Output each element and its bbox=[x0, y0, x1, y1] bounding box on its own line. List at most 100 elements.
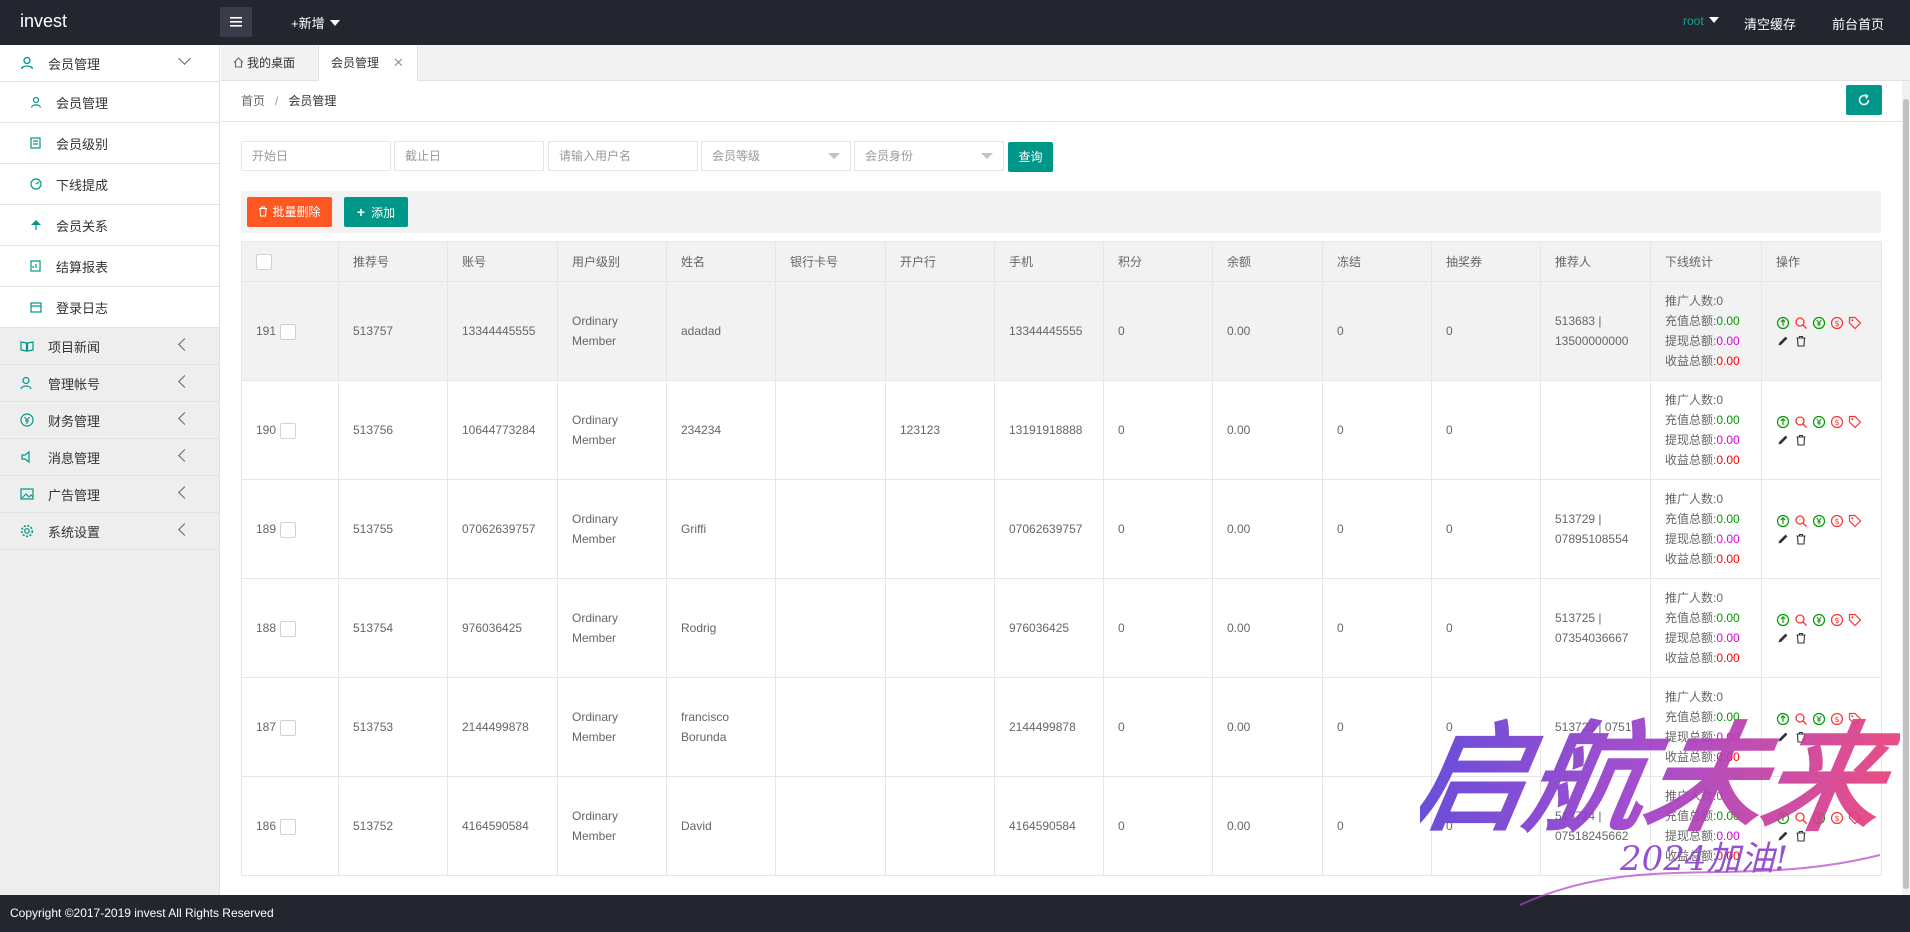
row-select-cell: 191 bbox=[241, 281, 339, 381]
delete-icon[interactable] bbox=[1794, 532, 1808, 546]
sidebar-item-downline-commission[interactable]: 下线提成 bbox=[0, 164, 219, 205]
end-date-input[interactable]: 截止日 bbox=[394, 141, 544, 171]
up-icon[interactable] bbox=[1776, 316, 1790, 330]
tab-member-management[interactable]: 会员管理 ✕ bbox=[318, 45, 418, 82]
search-icon[interactable] bbox=[1794, 514, 1808, 528]
new-menu-button[interactable]: +新增 bbox=[291, 13, 340, 32]
sidebar-group-system-settings[interactable]: 系统设置 bbox=[0, 513, 219, 550]
yen-icon[interactable] bbox=[1812, 415, 1826, 429]
menu-toggle-button[interactable] bbox=[220, 7, 252, 37]
sidebar-group-project-news[interactable]: 项目新闻 bbox=[0, 328, 219, 365]
up-icon[interactable] bbox=[1776, 514, 1790, 528]
user-menu[interactable]: root bbox=[1683, 14, 1719, 28]
row-checkbox[interactable] bbox=[280, 521, 297, 538]
tag-icon[interactable] bbox=[1848, 811, 1862, 825]
cell-referral-no: 513753 bbox=[338, 677, 448, 777]
yen-icon[interactable] bbox=[1812, 811, 1826, 825]
search-button[interactable]: 查询 bbox=[1008, 142, 1053, 172]
dollar-icon[interactable]: $ bbox=[1830, 514, 1844, 528]
tag-icon[interactable] bbox=[1848, 514, 1862, 528]
up-icon[interactable] bbox=[1776, 811, 1790, 825]
refresh-button[interactable] bbox=[1846, 85, 1882, 115]
stat-recharge: 充值总额:0.00 bbox=[1665, 608, 1747, 628]
search-icon[interactable] bbox=[1794, 613, 1808, 627]
up-icon[interactable] bbox=[1776, 613, 1790, 627]
dollar-icon[interactable]: $ bbox=[1830, 712, 1844, 726]
top-header: invest +新增 root 清空缓存 前台首页 bbox=[0, 0, 1910, 45]
start-date-input[interactable]: 开始日 bbox=[241, 141, 391, 171]
cell-points: 0 bbox=[1103, 479, 1213, 579]
copyright-text: Copyright ©2017-2019 invest All Rights R… bbox=[10, 906, 274, 920]
select-all-checkbox[interactable] bbox=[256, 253, 272, 270]
clear-cache-link[interactable]: 清空缓存 bbox=[1744, 14, 1796, 33]
yen-icon[interactable] bbox=[1812, 613, 1826, 627]
edit-icon[interactable] bbox=[1776, 334, 1790, 348]
stat-value: 0.00 bbox=[1716, 532, 1740, 546]
tag-icon[interactable] bbox=[1848, 613, 1862, 627]
sidebar-item-member-management[interactable]: 会员管理 bbox=[0, 82, 219, 123]
edit-icon[interactable] bbox=[1776, 532, 1790, 546]
dollar-icon[interactable]: $ bbox=[1830, 811, 1844, 825]
table-row: 191 513757 13344445555 Ordinary Member adada… bbox=[241, 281, 1882, 381]
row-checkbox[interactable] bbox=[280, 719, 297, 736]
sidebar-group-admin-accounts[interactable]: 管理帐号 bbox=[0, 365, 219, 402]
scrollbar-thumb[interactable] bbox=[1903, 99, 1909, 889]
username-input[interactable]: 请输入用户名 bbox=[548, 141, 698, 171]
yen-icon[interactable] bbox=[1812, 514, 1826, 528]
yen-icon[interactable] bbox=[1812, 316, 1826, 330]
delete-icon[interactable] bbox=[1794, 829, 1808, 843]
sidebar-item-login-log[interactable]: 登录日志 bbox=[0, 287, 219, 328]
app-logo[interactable]: invest bbox=[20, 11, 67, 32]
cell-referrer: 513683 | 13500000000 bbox=[1540, 281, 1651, 381]
chevron-left-icon bbox=[178, 338, 191, 351]
batch-delete-button[interactable]: 批量删除 bbox=[247, 197, 332, 227]
up-icon[interactable] bbox=[1776, 415, 1790, 429]
search-icon[interactable] bbox=[1794, 316, 1808, 330]
up-icon[interactable] bbox=[1776, 712, 1790, 726]
tab-my-desktop[interactable]: 我的桌面 bbox=[221, 45, 318, 81]
sidebar-item-member-relations[interactable]: 会员关系 bbox=[0, 205, 219, 246]
edit-icon[interactable] bbox=[1776, 631, 1790, 645]
row-checkbox[interactable] bbox=[280, 818, 297, 835]
breadcrumb-home[interactable]: 首页 bbox=[241, 94, 265, 108]
sidebar-group-member[interactable]: 会员管理 bbox=[0, 45, 219, 82]
cell-points: 0 bbox=[1103, 578, 1213, 678]
svg-text:$: $ bbox=[1834, 517, 1839, 526]
front-home-link[interactable]: 前台首页 bbox=[1832, 14, 1884, 33]
sidebar-group-messages[interactable]: 消息管理 bbox=[0, 439, 219, 476]
search-icon[interactable] bbox=[1794, 415, 1808, 429]
delete-icon[interactable] bbox=[1794, 433, 1808, 447]
sidebar-group-label: 消息管理 bbox=[48, 450, 101, 466]
identity-select[interactable]: 会员身份 bbox=[854, 141, 1004, 171]
tag-icon[interactable] bbox=[1848, 316, 1862, 330]
yen-icon[interactable] bbox=[1812, 712, 1826, 726]
row-checkbox[interactable] bbox=[280, 323, 297, 340]
close-icon[interactable]: ✕ bbox=[393, 55, 404, 70]
row-checkbox[interactable] bbox=[280, 620, 297, 637]
search-icon[interactable] bbox=[1794, 811, 1808, 825]
sidebar-item-settlement-report[interactable]: 结算报表 bbox=[0, 246, 219, 287]
edit-icon[interactable] bbox=[1776, 829, 1790, 843]
delete-icon[interactable] bbox=[1794, 334, 1808, 348]
dollar-icon[interactable]: $ bbox=[1830, 415, 1844, 429]
delete-icon[interactable] bbox=[1794, 730, 1808, 744]
vertical-scrollbar[interactable] bbox=[1902, 81, 1910, 895]
row-select-cell: 190 bbox=[241, 380, 339, 480]
sidebar-group-ads[interactable]: 广告管理 bbox=[0, 476, 219, 513]
table-row: 187 513753 2144499878 Ordinary Member franci… bbox=[241, 677, 1882, 777]
edit-icon[interactable] bbox=[1776, 433, 1790, 447]
sidebar-item-member-level[interactable]: 会员级别 bbox=[0, 123, 219, 164]
row-checkbox[interactable] bbox=[280, 422, 297, 439]
stat-value: 0 bbox=[1716, 294, 1724, 308]
search-icon[interactable] bbox=[1794, 712, 1808, 726]
tag-icon[interactable] bbox=[1848, 712, 1862, 726]
delete-icon[interactable] bbox=[1794, 631, 1808, 645]
dropdown-arrow-icon bbox=[981, 153, 993, 159]
sidebar-group-finance[interactable]: 财务管理 bbox=[0, 402, 219, 439]
tag-icon[interactable] bbox=[1848, 415, 1862, 429]
dollar-icon[interactable]: $ bbox=[1830, 613, 1844, 627]
edit-icon[interactable] bbox=[1776, 730, 1790, 744]
dollar-icon[interactable]: $ bbox=[1830, 316, 1844, 330]
add-button[interactable]: + 添加 bbox=[344, 197, 408, 227]
level-select[interactable]: 会员等级 bbox=[701, 141, 851, 171]
